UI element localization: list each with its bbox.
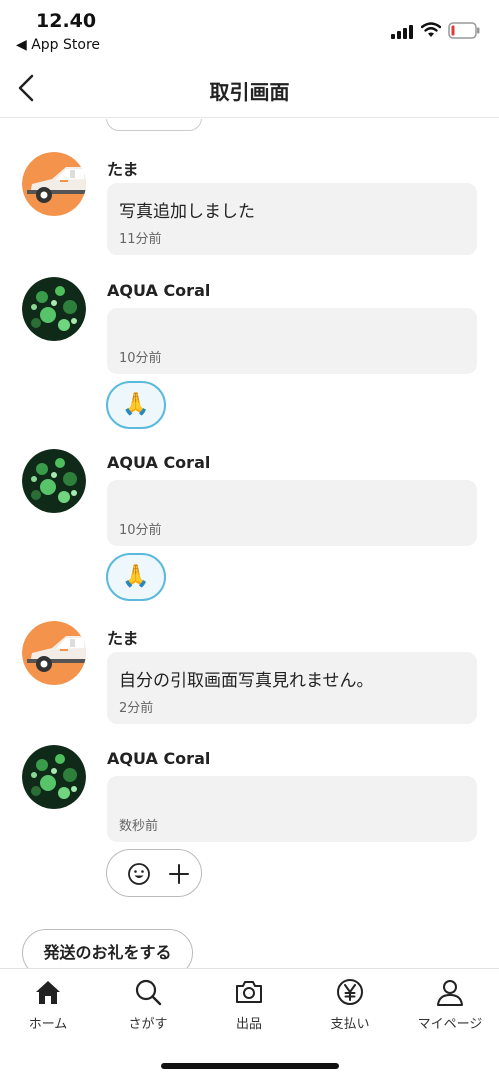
tab-label: マイページ: [417, 1017, 483, 1032]
message-time: 10分前: [119, 351, 162, 366]
car-avatar-icon: [22, 152, 86, 216]
car-avatar-icon: [22, 621, 86, 685]
search-icon: [135, 979, 162, 1006]
avatar[interactable]: [22, 745, 86, 809]
camera-icon: [236, 981, 262, 1003]
signal-icon: [391, 25, 413, 39]
coral-avatar-icon: [22, 277, 86, 341]
tab-payment[interactable]: 支払い: [300, 977, 400, 1037]
page-title: 取引画面: [209, 80, 290, 104]
tab-mypage[interactable]: マイページ: [400, 977, 499, 1037]
message-author: たま: [107, 629, 139, 648]
message-bubble: 自分の引取画面写真見れません。 2分前: [107, 652, 477, 724]
message-author: たま: [107, 160, 139, 179]
tab-label: さがす: [128, 1017, 168, 1032]
message-author: AQUA Coral: [107, 281, 211, 300]
message-bubble: 写真追加しました 11分前: [107, 183, 477, 255]
message-bubble: 数秒前: [107, 776, 477, 842]
message-text: 自分の引取画面写真見れません。: [119, 671, 374, 691]
message-time: 10分前: [119, 523, 162, 538]
coral-avatar-icon: [22, 745, 86, 809]
reaction-badge[interactable]: 🙏: [106, 553, 166, 601]
tab-search[interactable]: さがす: [98, 977, 198, 1037]
status-bar: 12.40 ◀ App Store: [0, 0, 499, 62]
message-bubble: 10分前: [107, 480, 477, 546]
tab-label: ホーム: [28, 1017, 68, 1032]
coral-avatar-icon: [22, 449, 86, 513]
tab-home[interactable]: ホーム: [0, 977, 98, 1037]
battery-icon: [448, 22, 480, 39]
tab-label: 出品: [235, 1017, 262, 1032]
home-indicator: [161, 1063, 339, 1069]
avatar[interactable]: [22, 152, 86, 216]
status-time: 12.40: [36, 10, 97, 32]
add-reaction-button[interactable]: [106, 849, 202, 897]
reaction-badge[interactable]: 🙏: [106, 381, 166, 429]
nav-header: 取引画面: [0, 62, 499, 118]
avatar[interactable]: [22, 277, 86, 341]
back-to-app-store-link[interactable]: ◀ App Store: [16, 37, 100, 53]
tab-sell[interactable]: 出品: [199, 977, 299, 1037]
message-time: 2分前: [119, 701, 154, 716]
previous-reaction-button[interactable]: [106, 119, 202, 131]
avatar[interactable]: [22, 449, 86, 513]
person-icon: [437, 980, 463, 1006]
message-text: 写真追加しました: [119, 202, 255, 222]
yen-icon: [337, 979, 363, 1005]
message-time: 数秒前: [119, 819, 159, 834]
plus-icon: [169, 864, 189, 884]
message-author: AQUA Coral: [107, 749, 211, 768]
message-feed[interactable]: たま 写真追加しました 11分前 AQUA Coral 10分前 🙏 AQUA …: [0, 119, 499, 969]
smile-icon: [128, 863, 150, 885]
tab-bar: ホーム さがす 出品 支払い マイページ: [0, 968, 499, 1080]
message-author: AQUA Coral: [107, 453, 211, 472]
message-bubble: 10分前: [107, 308, 477, 374]
wifi-icon: [421, 22, 441, 37]
tab-label: 支払い: [330, 1017, 370, 1032]
avatar[interactable]: [22, 621, 86, 685]
message-time: 11分前: [119, 232, 162, 247]
send-thanks-button[interactable]: 発送のお礼をする: [22, 929, 193, 969]
home-icon: [36, 981, 60, 1004]
